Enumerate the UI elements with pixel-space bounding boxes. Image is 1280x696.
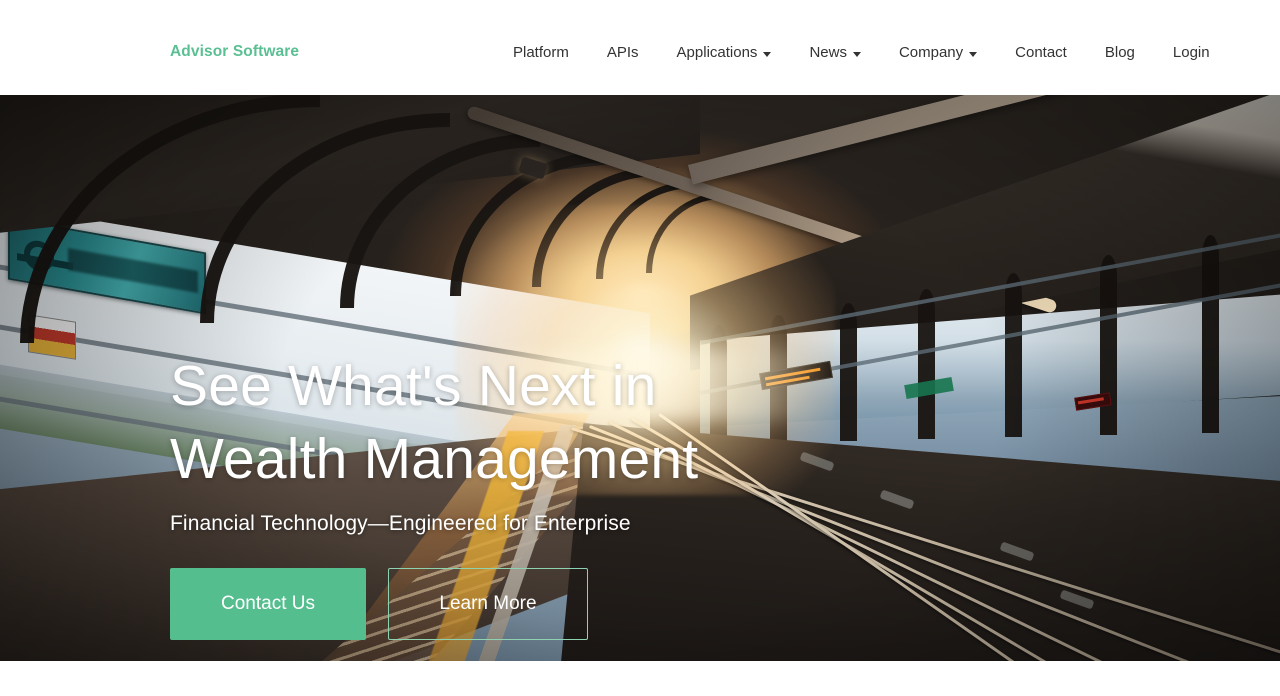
hero-subheadline: Financial Technology—Engineered for Ente… xyxy=(170,511,631,535)
nav-item-label: Company xyxy=(898,44,964,61)
nav-item-company[interactable]: Company xyxy=(880,42,996,64)
brand-logo[interactable]: Advisor Software xyxy=(170,43,299,61)
main-navigation: Platform APIs Applications News Company … xyxy=(505,42,1229,64)
site-header: Advisor Software Platform APIs Applicati… xyxy=(0,0,1280,95)
learn-more-button[interactable]: Learn More xyxy=(388,567,588,640)
hero-cta-group: Contact Us Learn More xyxy=(170,567,1070,640)
nav-item-label: Login xyxy=(1172,44,1210,61)
nav-item-label: Applications xyxy=(676,44,758,61)
chevron-down-icon xyxy=(969,52,978,57)
nav-item-label: Platform xyxy=(513,44,569,61)
hero-section: See What's Next in Wealth Management Fin… xyxy=(0,95,1280,661)
nav-item-blog[interactable]: Blog xyxy=(1086,42,1154,64)
hero-headline: See What's Next in Wealth Management xyxy=(170,354,699,491)
chevron-down-icon xyxy=(852,52,861,57)
nav-item-news[interactable]: News xyxy=(790,42,880,64)
nav-item-platform[interactable]: Platform xyxy=(505,42,588,64)
nav-item-contact[interactable]: Contact xyxy=(996,42,1086,64)
chevron-down-icon xyxy=(763,52,772,57)
nav-item-label: News xyxy=(809,44,847,61)
nav-item-label: Blog xyxy=(1104,44,1135,61)
hero-content: See What's Next in Wealth Management Fin… xyxy=(170,350,1070,640)
contact-us-button[interactable]: Contact Us xyxy=(170,567,366,640)
nav-item-label: APIs xyxy=(606,44,639,61)
nav-item-login[interactable]: Login xyxy=(1154,42,1229,64)
page-body-below-hero xyxy=(0,661,1280,696)
nav-item-apis[interactable]: APIs xyxy=(588,42,658,64)
nav-item-applications[interactable]: Applications xyxy=(658,42,791,64)
nav-item-label: Contact xyxy=(1015,44,1067,61)
